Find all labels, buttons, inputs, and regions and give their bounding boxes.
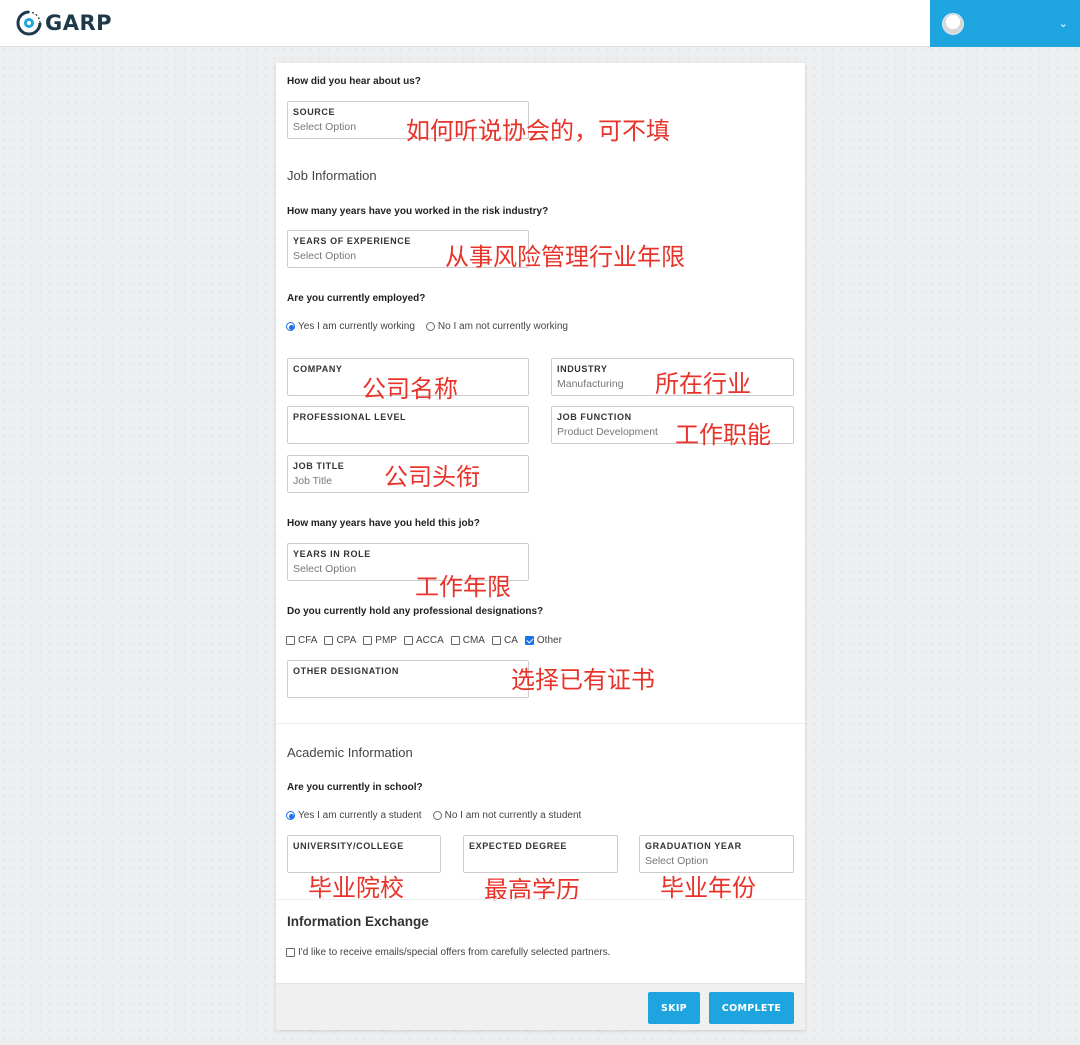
checkbox-unchecked[interactable] <box>450 636 460 645</box>
school-no-label: No I am not currently a student <box>444 810 582 821</box>
job-function-note: 工作职能 <box>675 421 771 449</box>
avatar <box>942 12 964 35</box>
school-no-radio[interactable]: No I am not currently a student <box>432 810 582 821</box>
university-note: 毕业院校 <box>308 874 404 902</box>
university-label: UNIVERSITY/COLLEGE <box>293 841 404 851</box>
employed-no-label: No I am not currently working <box>437 321 568 332</box>
other-designation-note: 选择已有证书 <box>511 666 655 694</box>
school-question: Are you currently in school? <box>287 782 423 793</box>
employed-question: Are you currently employed? <box>287 293 426 304</box>
source-note: 如何听说协会的，可不填 <box>406 117 670 145</box>
expected-degree-label: EXPECTED DEGREE <box>469 841 568 851</box>
school-yes-radio[interactable]: Yes I am currently a student <box>286 810 422 821</box>
designation-label: CMA <box>462 635 485 646</box>
checkbox-unchecked[interactable] <box>286 948 295 957</box>
section-divider <box>276 899 805 900</box>
section-divider <box>276 723 805 724</box>
skip-button[interactable]: SKIP <box>648 992 700 1024</box>
job-function-label: JOB FUNCTION <box>557 412 632 422</box>
source-question: How did you hear about us? <box>287 76 421 87</box>
form-footer: SKIP COMPLETE <box>276 983 805 1030</box>
profile-form-card: How did you hear about us? SOURCE Select… <box>276 63 805 1030</box>
industry-label: INDUSTRY <box>557 364 608 374</box>
employed-yes-radio[interactable]: Yes I am currently working <box>286 321 415 332</box>
employed-yes-label: Yes I am currently working <box>298 321 415 332</box>
designation-label: ACCA <box>415 635 444 646</box>
industry-value: Manufacturing <box>557 378 624 390</box>
designation-label: Other <box>536 635 562 646</box>
designation-label: CA <box>503 635 518 646</box>
employed-radio-group: Yes I am currently working No I am not c… <box>286 321 579 332</box>
designation-option-ca[interactable]: CA <box>491 635 518 646</box>
user-menu[interactable]: ⌄ <box>930 0 1080 47</box>
designation-label: PMP <box>375 635 397 646</box>
designation-label: CFA <box>298 635 318 646</box>
designation-option-cma[interactable]: CMA <box>450 635 485 646</box>
garp-logo-icon <box>16 10 42 36</box>
checkbox-unchecked[interactable] <box>403 636 413 645</box>
other-designation-label: OTHER DESIGNATION <box>293 666 400 676</box>
job-section-title: Job Information <box>287 168 377 183</box>
designation-option-cpa[interactable]: CPA <box>324 635 356 646</box>
checkbox-unchecked[interactable] <box>491 636 501 645</box>
employed-no-radio[interactable]: No I am not currently working <box>425 321 568 332</box>
garp-logo[interactable]: GARP <box>15 10 112 36</box>
job-function-value: Product Development <box>557 426 658 438</box>
other-designation-field[interactable]: OTHER DESIGNATION <box>287 660 529 698</box>
chevron-down-icon: ⌄ <box>1058 18 1068 30</box>
years-experience-label: YEARS OF EXPERIENCE <box>293 236 411 246</box>
checkbox-unchecked[interactable] <box>324 636 334 645</box>
consent-row: I'd like to receive emails/special offer… <box>286 947 621 958</box>
designation-checkbox-group: CFA CPA PMP ACCA CMA CA Other <box>286 635 569 646</box>
consent-checkbox[interactable]: I'd like to receive emails/special offer… <box>286 947 610 958</box>
job-title-note: 公司头衔 <box>384 463 480 491</box>
years-experience-note: 从事风险管理行业年限 <box>445 243 685 271</box>
consent-label: I'd like to receive emails/special offer… <box>298 947 611 958</box>
graduation-year-note: 毕业年份 <box>660 874 756 902</box>
complete-button[interactable]: COMPLETE <box>709 992 794 1024</box>
designation-option-acca[interactable]: ACCA <box>403 635 444 646</box>
experience-question: How many years have you worked in the ri… <box>287 206 549 217</box>
industry-note: 所在行业 <box>655 370 751 398</box>
expected-degree-select[interactable]: EXPECTED DEGREE <box>463 835 618 873</box>
company-label: COMPANY <box>293 364 343 374</box>
job-title-label: JOB TITLE <box>293 461 345 471</box>
graduation-year-value: Select Option <box>645 855 709 867</box>
years-in-role-label: YEARS IN ROLE <box>293 549 371 559</box>
checkbox-checked[interactable] <box>524 636 534 645</box>
role-years-question: How many years have you held this job? <box>287 518 480 529</box>
exchange-section-title: Information Exchange <box>287 914 429 929</box>
school-radio-group: Yes I am currently a student No I am not… <box>286 810 592 821</box>
designation-option-pmp[interactable]: PMP <box>363 635 397 646</box>
radio-checked[interactable] <box>286 322 295 331</box>
designation-option-cfa[interactable]: CFA <box>286 635 317 646</box>
professional-level-label: PROFESSIONAL LEVEL <box>293 412 407 422</box>
source-label: SOURCE <box>293 107 336 117</box>
graduation-year-label: GRADUATION YEAR <box>645 841 742 851</box>
checkbox-unchecked[interactable] <box>363 636 373 645</box>
source-value: Select Option <box>293 121 357 133</box>
years-in-role-note: 工作年限 <box>415 573 511 601</box>
designation-label: CPA <box>336 635 357 646</box>
school-yes-label: Yes I am currently a student <box>298 810 422 821</box>
designation-question: Do you currently hold any professional d… <box>287 606 544 617</box>
years-experience-value: Select Option <box>293 250 357 262</box>
designation-option-other[interactable]: Other <box>524 635 562 646</box>
professional-level-select[interactable]: PROFESSIONAL LEVEL <box>287 406 529 444</box>
academic-section-title: Academic Information <box>287 745 413 760</box>
logo-text: GARP <box>45 11 113 35</box>
job-title-placeholder: Job Title <box>293 475 333 487</box>
checkbox-unchecked[interactable] <box>286 636 295 645</box>
radio-unchecked[interactable] <box>425 322 435 331</box>
years-in-role-value: Select Option <box>293 563 357 575</box>
company-note: 公司名称 <box>362 375 458 403</box>
top-bar: GARP ⌄ <box>0 0 1080 47</box>
radio-checked[interactable] <box>286 811 295 820</box>
radio-unchecked[interactable] <box>432 811 442 820</box>
